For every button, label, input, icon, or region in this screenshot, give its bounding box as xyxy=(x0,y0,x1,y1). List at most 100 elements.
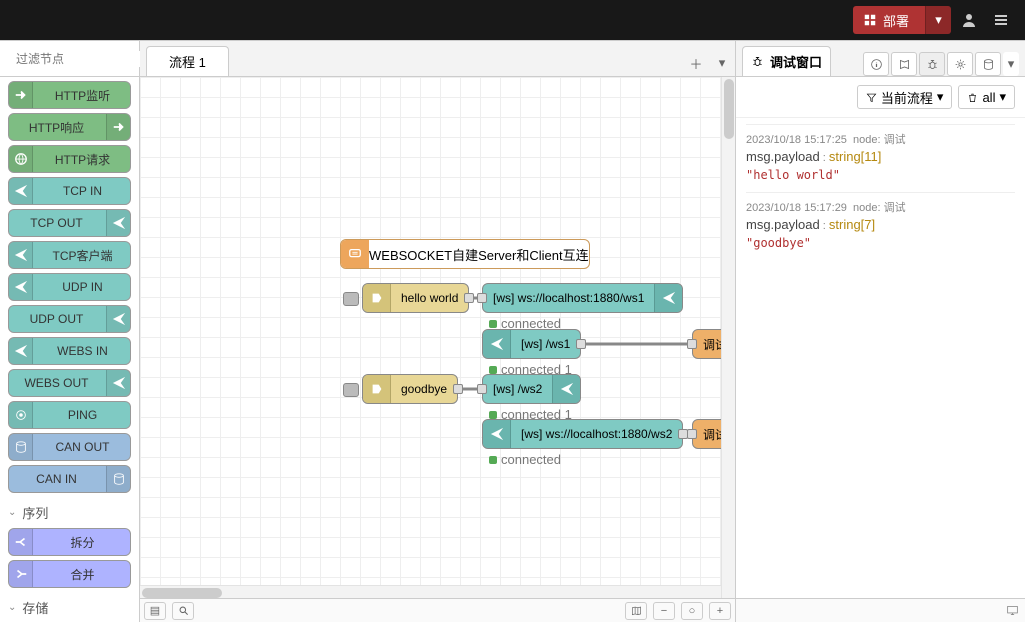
flow-node-websocket-out[interactable]: [ws] /ws2 connected 1 xyxy=(482,374,581,404)
palette-node-label: TCP OUT xyxy=(9,216,104,230)
node-label: [ws] ws://localhost:1880/ws2 xyxy=(511,427,682,441)
flow-node-websocket-in[interactable]: [ws] /ws1 connected 1 xyxy=(482,329,581,359)
debug-msg-header: 2023/10/18 15:17:29 node: 调试 xyxy=(746,199,1015,215)
nav-search-button[interactable] xyxy=(172,602,194,620)
chevron-down-icon: ▾ xyxy=(937,89,944,105)
comment-icon xyxy=(348,247,362,261)
palette-node[interactable]: WEBS OUT xyxy=(8,369,131,397)
hamburger-menu[interactable] xyxy=(993,12,1015,28)
node-port-in[interactable] xyxy=(687,429,697,439)
sidebar-tab-info[interactable] xyxy=(863,52,889,76)
send-icon xyxy=(9,274,33,300)
arrow-out-icon xyxy=(106,114,130,140)
database-icon xyxy=(982,58,995,71)
nav-toggle-button[interactable]: ▤ xyxy=(144,602,166,620)
node-label: [ws] /ws1 xyxy=(511,337,580,351)
flow-node-inject[interactable]: goodbye xyxy=(362,374,458,404)
send-icon xyxy=(9,338,33,364)
palette-category-storage[interactable]: ⌄ 存储 xyxy=(8,592,131,622)
palette-node[interactable]: HTTP响应 xyxy=(8,113,131,141)
debug-message[interactable]: 2023/10/18 15:17:25 node: 调试 msg.payload … xyxy=(746,124,1015,192)
node-port-in[interactable] xyxy=(477,384,487,394)
arrow-in-icon xyxy=(9,82,33,108)
deploy-label: 部署 xyxy=(883,11,909,30)
node-port-in[interactable] xyxy=(477,293,487,303)
debug-msg-path: msg.payload : string[11] xyxy=(746,149,1015,164)
palette-node[interactable]: TCP OUT xyxy=(8,209,131,237)
comment-label: WEBSOCKET自建Server和Client互连 xyxy=(369,245,589,264)
flow-tab[interactable]: 流程 1 xyxy=(146,46,229,76)
node-port-out[interactable] xyxy=(576,339,586,349)
deploy-icon xyxy=(863,13,877,27)
send-icon xyxy=(106,370,130,396)
user-icon xyxy=(961,12,977,28)
zoom-out-button[interactable]: − xyxy=(653,602,675,620)
send-icon xyxy=(106,210,130,236)
sidebar-tab-debug-btn[interactable] xyxy=(919,52,945,76)
sidebar-tab-debug[interactable]: 调试窗口 xyxy=(742,46,831,76)
palette-node[interactable]: TCP客户端 xyxy=(8,241,131,269)
palette-node[interactable]: CAN OUT xyxy=(8,433,131,461)
view-navigator-button[interactable] xyxy=(625,602,647,620)
send-icon xyxy=(662,291,676,305)
debug-message[interactable]: 2023/10/18 15:17:29 node: 调试msg.payload … xyxy=(746,192,1015,260)
zoom-reset-button[interactable]: ○ xyxy=(681,602,703,620)
palette-node-label: HTTP监听 xyxy=(35,87,130,104)
palette-node-label: UDP OUT xyxy=(9,312,104,326)
palette-node[interactable]: 合并 xyxy=(8,560,131,588)
node-label: [ws] /ws2 xyxy=(483,382,552,396)
palette-node-label: WEBS OUT xyxy=(9,376,104,390)
add-flow-button[interactable]: ＋ xyxy=(683,50,709,76)
can-icon xyxy=(9,434,33,460)
palette-node[interactable]: HTTP请求 xyxy=(8,145,131,173)
palette-node[interactable]: 拆分 xyxy=(8,528,131,556)
palette-node-label: TCP IN xyxy=(35,184,130,198)
filter-icon xyxy=(866,92,877,103)
node-port-out[interactable] xyxy=(453,384,463,394)
palette-category-sequence[interactable]: ⌄ 序列 xyxy=(8,497,131,528)
node-port-in[interactable] xyxy=(687,339,697,349)
debug-message-list[interactable]: 2023/10/18 15:17:25 node: 调试 msg.payload … xyxy=(736,118,1025,598)
debug-msg-header: 2023/10/18 15:17:25 node: 调试 xyxy=(746,131,1015,147)
deploy-dropdown[interactable]: ▾ xyxy=(925,6,951,34)
globe-icon xyxy=(9,146,33,172)
node-port-out[interactable] xyxy=(464,293,474,303)
node-label: hello world xyxy=(391,291,468,305)
book-icon xyxy=(898,58,911,71)
palette-node[interactable]: TCP IN xyxy=(8,177,131,205)
sidebar-tab-menu[interactable]: ▾ xyxy=(1003,52,1019,76)
palette-node[interactable]: CAN IN xyxy=(8,465,131,493)
palette-node[interactable]: HTTP监听 xyxy=(8,81,131,109)
palette-node[interactable]: UDP OUT xyxy=(8,305,131,333)
sidebar-tab-config[interactable] xyxy=(947,52,973,76)
user-menu[interactable] xyxy=(961,12,983,28)
flow-node-inject[interactable]: hello world xyxy=(362,283,469,313)
palette-node-label: 拆分 xyxy=(35,534,130,551)
send-icon xyxy=(560,382,574,396)
inject-button[interactable] xyxy=(343,292,359,306)
flow-node-websocket-in[interactable]: [ws] ws://localhost:1880/ws2 connected xyxy=(482,419,683,449)
debug-toolbar: 当前流程 ▾ all ▾ xyxy=(736,77,1025,118)
debug-clear-button[interactable]: all ▾ xyxy=(958,85,1015,109)
deploy-button[interactable]: 部署 ▾ xyxy=(853,6,951,34)
palette-node[interactable]: PING xyxy=(8,401,131,429)
debug-filter-button[interactable]: 当前流程 ▾ xyxy=(857,85,953,109)
flow-node-comment[interactable]: WEBSOCKET自建Server和Client互连 xyxy=(340,239,590,269)
sidebar-tab-help[interactable] xyxy=(891,52,917,76)
palette-node[interactable]: WEBS IN xyxy=(8,337,131,365)
sidebar-tab-context[interactable] xyxy=(975,52,1001,76)
canvas-scrollbar-vertical[interactable] xyxy=(721,77,735,598)
palette-list[interactable]: HTTP监听 HTTP响应 HTTP请求 TCP IN TCP OUT TCP客户端 UDP… xyxy=(0,77,139,622)
flow-tab-menu[interactable]: ▾ xyxy=(709,50,735,76)
canvas-scrollbar-horizontal[interactable] xyxy=(140,585,721,598)
flow-canvas[interactable]: WEBSOCKET自建Server和Client互连 hello world [… xyxy=(140,77,735,598)
palette-node-label: CAN OUT xyxy=(35,440,130,454)
zoom-in-button[interactable]: + xyxy=(709,602,731,620)
palette-node-label: WEBS IN xyxy=(35,344,130,358)
palette-node-label: HTTP响应 xyxy=(9,119,104,136)
palette-search-input[interactable] xyxy=(14,51,152,67)
inject-button[interactable] xyxy=(343,383,359,397)
palette-node[interactable]: UDP IN xyxy=(8,273,131,301)
palette-node-label: TCP客户端 xyxy=(35,247,130,264)
flow-node-websocket-out[interactable]: [ws] ws://localhost:1880/ws1 connected xyxy=(482,283,683,313)
